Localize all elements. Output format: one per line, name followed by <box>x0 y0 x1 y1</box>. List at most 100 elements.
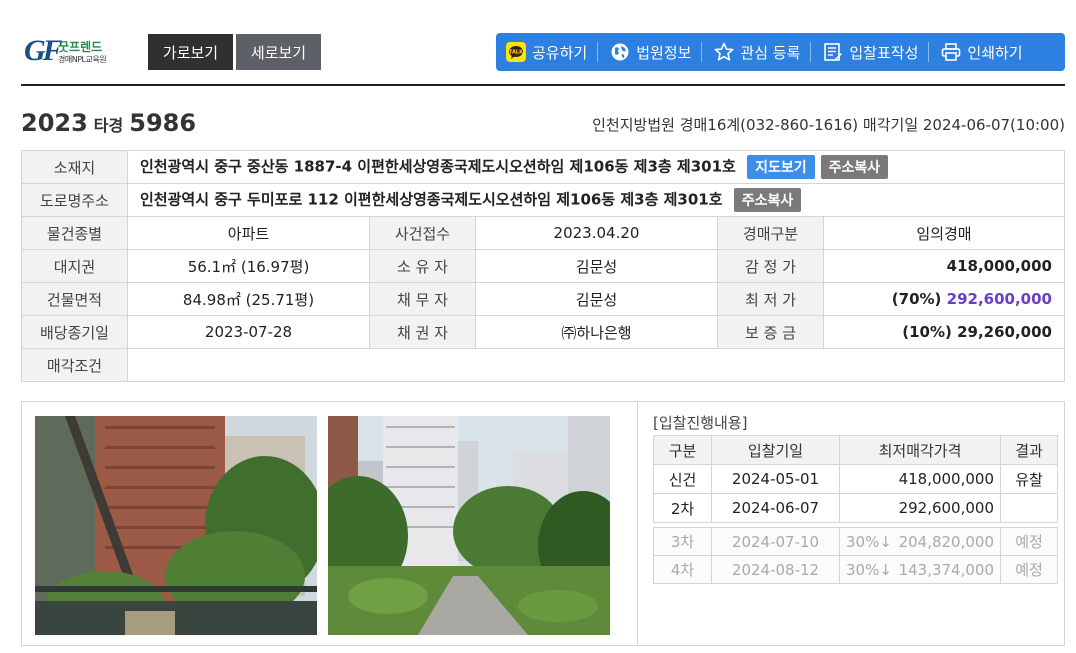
site-logo[interactable]: GF 굿프렌드 경매NPL교육원 <box>24 34 114 72</box>
action-toolbar: TALK 공유하기 법원정보 관심 등록 입찰표작성 인쇄하기 <box>496 33 1065 71</box>
header-divider <box>21 84 1065 86</box>
toolbar-divider <box>810 42 812 62</box>
bid-col-result: 결과 <box>1000 435 1058 465</box>
creditor-label: 채 권 자 <box>369 315 476 349</box>
vertical-view-button[interactable]: 세로보기 <box>236 34 321 70</box>
court-info-label: 법원정보 <box>636 43 692 62</box>
logo-brand: 굿프렌드 <box>58 40 103 54</box>
debtor-value: 김문성 <box>475 282 718 316</box>
min-price-value: 292,600,000 <box>946 290 1052 308</box>
bid-round: 2차 <box>653 493 712 523</box>
sale-condition-label: 매각조건 <box>21 348 128 382</box>
property-photo-2[interactable] <box>328 416 610 635</box>
case-received-label: 사건접수 <box>369 216 476 250</box>
bid-future-price-cell: 30%↓ 143,374,000 <box>839 555 1001 584</box>
road-address-text: 인천광역시 중구 두미포로 112 이편한세상영종국제도시오션하임 제106동 … <box>140 190 723 209</box>
property-type-value: 아파트 <box>127 216 370 250</box>
debtor-label: 채 무 자 <box>369 282 476 316</box>
bid-progress-table: 구분 입찰기일 최저매각가격 결과 신건 2024-05-01 418,000,… <box>653 435 1058 584</box>
info-row: 건물면적 84.98㎡ (25.71평) 채 무 자 김문성 최 저 가 (70… <box>21 282 1065 316</box>
land-right-value: 56.1㎡ (16.97평) <box>127 249 370 283</box>
building-area-value: 84.98㎡ (25.71평) <box>127 282 370 316</box>
bid-col-date: 입찰기일 <box>711 435 840 465</box>
address-row: 소재지 인천광역시 중구 중산동 1887-4 이편한세상영종국제도시오션하임 … <box>21 150 1065 184</box>
case-year: 2023 <box>21 109 88 137</box>
share-label: 공유하기 <box>532 43 588 62</box>
favorite-label: 관심 등록 <box>740 43 801 62</box>
bid-future-price: 204,820,000 <box>898 532 994 551</box>
dividend-deadline-label: 배당종기일 <box>21 315 128 349</box>
creditor-value: ㈜하나은행 <box>475 315 718 349</box>
bid-result: 유찰 <box>1000 464 1058 494</box>
property-photo-1[interactable] <box>35 416 317 635</box>
bid-price: 418,000,000 <box>839 464 1001 494</box>
bid-row: 신건 2024-05-01 418,000,000 유찰 <box>653 464 1058 494</box>
svg-text:TALK: TALK <box>509 50 524 56</box>
panel-divider <box>637 402 638 645</box>
property-info-table: 소재지 인천광역시 중구 중산동 1887-4 이편한세상영종국제도시오션하임 … <box>21 150 1065 382</box>
favorite-button[interactable]: 관심 등록 <box>714 33 810 71</box>
min-price-label: 최 저 가 <box>717 282 824 316</box>
building-area-label: 건물면적 <box>21 282 128 316</box>
bid-col-price: 최저매각가격 <box>839 435 1001 465</box>
printer-icon <box>941 42 961 62</box>
deposit-value: (10%) 29,260,000 <box>823 315 1065 349</box>
address-cell: 인천광역시 중구 중산동 1887-4 이편한세상영종국제도시오션하임 제106… <box>127 150 1065 184</box>
min-price-cell: (70%) 292,600,000 <box>823 282 1065 316</box>
bid-future-result: 예정 <box>1000 527 1058 556</box>
bid-future-round: 4차 <box>653 555 712 584</box>
horizontal-view-button[interactable]: 가로보기 <box>148 34 233 70</box>
print-button[interactable]: 인쇄하기 <box>941 33 1032 71</box>
bid-date: 2024-06-07 <box>711 493 840 523</box>
auction-type-value: 임의경매 <box>823 216 1065 250</box>
auction-type-label: 경매구분 <box>717 216 824 250</box>
road-address-row: 도로명주소 인천광역시 중구 두미포로 112 이편한세상영종국제도시오션하임 … <box>21 183 1065 217</box>
info-row: 대지권 56.1㎡ (16.97평) 소 유 자 김문성 감 정 가 418,0… <box>21 249 1065 283</box>
bid-future-pct: 30%↓ <box>846 560 892 579</box>
kakaotalk-icon: TALK <box>506 42 526 62</box>
bid-future-date: 2024-07-10 <box>711 527 840 556</box>
globe-icon <box>610 42 630 62</box>
copy-road-address-button[interactable]: 주소복사 <box>733 188 802 212</box>
owner-value: 김문성 <box>475 249 718 283</box>
print-label: 인쇄하기 <box>967 43 1023 62</box>
star-icon <box>714 42 734 62</box>
property-type-label: 물건종별 <box>21 216 128 250</box>
photos-and-bids-panel: [입찰진행내용] 구분 입찰기일 최저매각가격 결과 신건 2024-05-01… <box>21 401 1065 646</box>
share-button[interactable]: TALK 공유하기 <box>506 33 597 71</box>
bid-future-price-cell: 30%↓ 204,820,000 <box>839 527 1001 556</box>
map-view-button[interactable]: 지도보기 <box>747 155 815 179</box>
toolbar-divider <box>928 42 930 62</box>
court-info-button[interactable]: 법원정보 <box>610 33 701 71</box>
appraisal-value: 418,000,000 <box>823 249 1065 283</box>
dividend-deadline-value: 2023-07-28 <box>127 315 370 349</box>
bid-future-row: 3차 2024-07-10 30%↓ 204,820,000 예정 <box>653 527 1058 556</box>
bid-progress-title: [입찰진행내용] <box>653 414 748 432</box>
address-label: 소재지 <box>21 150 128 184</box>
min-price-pct: (70%) <box>891 290 942 308</box>
appraisal-label: 감 정 가 <box>717 249 824 283</box>
copy-address-button[interactable]: 주소복사 <box>820 155 889 179</box>
toolbar-divider <box>701 42 703 62</box>
bid-future-price: 143,374,000 <box>898 560 994 579</box>
sale-condition-row: 매각조건 <box>21 348 1065 382</box>
info-row: 물건종별 아파트 사건접수 2023.04.20 경매구분 임의경매 <box>21 216 1065 250</box>
bid-col-round: 구분 <box>653 435 712 465</box>
bid-date: 2024-05-01 <box>711 464 840 494</box>
bid-row: 2차 2024-06-07 292,600,000 <box>653 493 1058 523</box>
info-row: 배당종기일 2023-07-28 채 권 자 ㈜하나은행 보 증 금 (10%)… <box>21 315 1065 349</box>
road-address-label: 도로명주소 <box>21 183 128 217</box>
address-text: 인천광역시 중구 중산동 1887-4 이편한세상영종국제도시오션하임 제106… <box>140 157 736 176</box>
owner-label: 소 유 자 <box>369 249 476 283</box>
bid-price: 292,600,000 <box>839 493 1001 523</box>
logo-subtitle: 경매NPL교육원 <box>58 55 107 64</box>
bid-future-pct: 30%↓ <box>846 532 892 551</box>
form-edit-icon <box>823 42 843 62</box>
bid-future-row: 4차 2024-08-12 30%↓ 143,374,000 예정 <box>653 555 1058 584</box>
logo-mark: GF <box>24 34 63 67</box>
toolbar-divider <box>597 42 599 62</box>
road-address-cell: 인천광역시 중구 두미포로 112 이편한세상영종국제도시오션하임 제106동 … <box>127 183 1065 217</box>
case-serial: 5986 <box>129 109 197 137</box>
bid-future-round: 3차 <box>653 527 712 556</box>
bid-form-button[interactable]: 입찰표작성 <box>823 33 928 71</box>
